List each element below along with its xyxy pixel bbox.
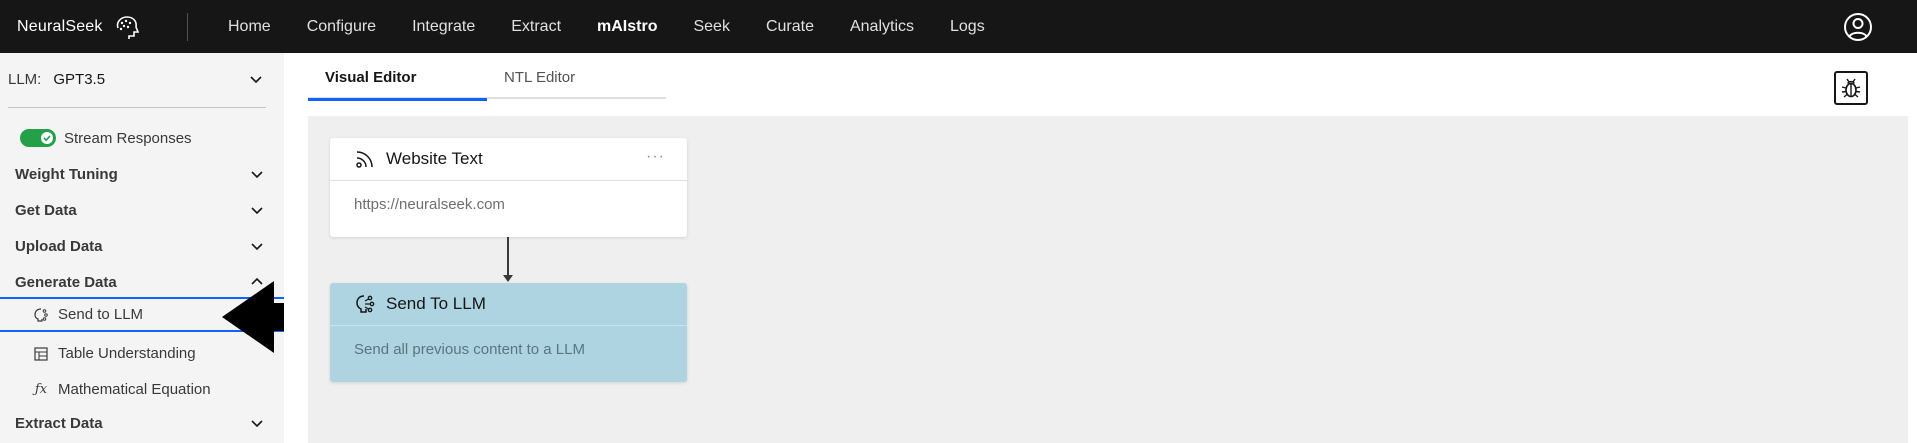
main-nav: Home Configure Integrate Extract mAIstro…: [210, 0, 1003, 53]
sidebar-item-label: Mathematical Equation: [58, 381, 211, 398]
sidebar-item-label: Send to LLM: [58, 306, 144, 323]
function-icon: ƒx: [34, 382, 48, 397]
table-icon: [32, 345, 50, 363]
editor-tabs: Visual Editor NTL Editor: [308, 63, 666, 101]
llm-label: LLM:: [8, 70, 42, 88]
node-connector: [507, 237, 509, 279]
node-body: Send all previous content to a LLM: [354, 341, 585, 358]
node-header: Send To LLM: [330, 283, 687, 326]
flow-canvas[interactable]: Website Text ··· https://neuralseek.com: [308, 116, 1908, 443]
overflow-menu-icon[interactable]: ···: [646, 148, 665, 166]
nav-curate[interactable]: Curate: [748, 0, 832, 53]
section-label: Extract Data: [15, 414, 103, 432]
nav-home[interactable]: Home: [210, 0, 289, 53]
nav-analytics[interactable]: Analytics: [832, 0, 932, 53]
section-label: Weight Tuning: [15, 165, 118, 183]
node-body: https://neuralseek.com: [354, 196, 505, 213]
llm-selector[interactable]: LLM: GPT3.5: [8, 67, 264, 91]
node-header: Website Text ···: [330, 138, 687, 181]
user-avatar-icon[interactable]: [1842, 11, 1874, 43]
editor-area: Visual Editor NTL Editor Website Text ··…: [284, 53, 1917, 443]
chevron-down-icon: [250, 76, 262, 84]
node-title: Send To LLM: [386, 294, 486, 313]
top-navigation-bar: NeuralSeek Home Configure Integrate Extr…: [0, 0, 1917, 53]
bug-icon: [1841, 78, 1861, 98]
stream-responses-label: Stream Responses: [64, 129, 192, 147]
sidebar-item-mathematical-equation[interactable]: ƒx Mathematical Equation: [0, 372, 284, 407]
section-label: Upload Data: [15, 237, 103, 255]
debug-button[interactable]: [1834, 71, 1868, 105]
ai-brain-icon: [354, 293, 376, 315]
nav-maistro[interactable]: mAIstro: [579, 0, 675, 53]
section-get-data[interactable]: Get Data: [15, 197, 265, 223]
brand-divider: [187, 13, 188, 41]
divider: [8, 107, 266, 108]
node-send-to-llm[interactable]: Send To LLM Send all previous content to…: [330, 283, 687, 382]
chevron-down-icon: [251, 207, 263, 215]
sidebar: LLM: GPT3.5 Stream Responses Weight Tuni…: [0, 53, 284, 443]
rss-feed-icon: [354, 148, 376, 170]
section-weight-tuning[interactable]: Weight Tuning: [15, 161, 265, 187]
section-label: Get Data: [15, 201, 77, 219]
brand-name: NeuralSeek: [17, 17, 103, 35]
section-extract-data[interactable]: Extract Data: [15, 410, 265, 436]
nav-integrate[interactable]: Integrate: [394, 0, 493, 53]
brain-icon: [111, 12, 141, 42]
brand[interactable]: NeuralSeek: [17, 0, 141, 53]
sidebar-item-label: Table Understanding: [58, 345, 196, 362]
chevron-down-icon: [251, 243, 263, 251]
nav-seek[interactable]: Seek: [675, 0, 747, 53]
ai-brain-icon: [32, 306, 50, 324]
node-website-text[interactable]: Website Text ··· https://neuralseek.com: [330, 138, 687, 237]
tab-ntl-editor[interactable]: NTL Editor: [487, 63, 666, 99]
tab-visual-editor[interactable]: Visual Editor: [308, 63, 487, 101]
check-icon: [41, 132, 53, 144]
connector-arrowhead-icon: [503, 275, 513, 282]
chevron-down-icon: [251, 420, 263, 428]
nav-extract[interactable]: Extract: [493, 0, 579, 53]
llm-value: GPT3.5: [53, 70, 106, 88]
nav-configure[interactable]: Configure: [289, 0, 394, 53]
stream-responses-toggle[interactable]: [20, 129, 56, 147]
section-label: Generate Data: [15, 273, 117, 291]
node-title: Website Text: [386, 149, 483, 168]
nav-logs[interactable]: Logs: [932, 0, 1003, 53]
chevron-down-icon: [251, 171, 263, 179]
stream-responses-toggle-row: Stream Responses: [20, 129, 192, 147]
section-upload-data[interactable]: Upload Data: [15, 233, 265, 259]
